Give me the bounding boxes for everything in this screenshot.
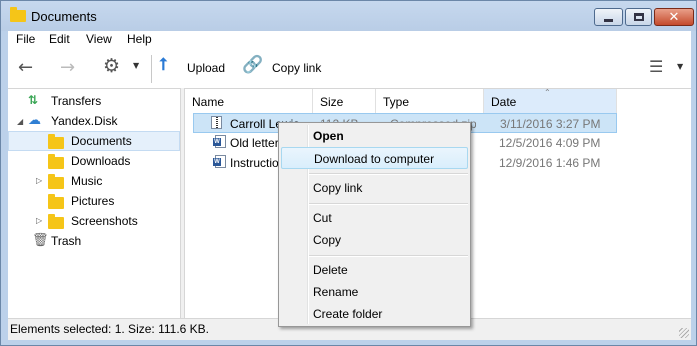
trash-icon: 🗑 (32, 233, 49, 248)
collapsed-arrow-icon[interactable]: ▷ (36, 176, 42, 185)
sidebar-item-label: Documents (71, 134, 132, 148)
close-icon: ✕ (668, 9, 680, 25)
word-file-icon (213, 155, 226, 168)
folder-tree: ⇅ Transfers ◢ ☁ Yandex.Disk Documents Do… (8, 88, 180, 318)
sort-ascending-icon: ⌃ (544, 88, 551, 97)
menu-item-create-folder[interactable]: Create folder (281, 303, 468, 325)
status-text: Elements selected: 1. Size: 111.6 KB. (10, 322, 209, 336)
column-header-date[interactable]: Date ⌃ (484, 88, 617, 113)
menu-help[interactable]: Help (127, 32, 152, 46)
sidebar-item-label: Screenshots (71, 214, 138, 228)
sidebar-item-transfers[interactable]: ⇅ Transfers (8, 91, 180, 111)
collapsed-arrow-icon[interactable]: ▷ (36, 216, 42, 225)
resize-grip-icon[interactable] (679, 328, 689, 338)
toolbar: ← → ⚙ ▼ ⭡ Upload 🔗 Copy link ☰ ▼ (8, 49, 691, 87)
cloud-icon: ☁ (28, 113, 41, 128)
menu-file[interactable]: File (16, 32, 35, 46)
minimize-button[interactable] (594, 8, 623, 26)
context-menu: Open Download to computer Copy link Cut … (278, 122, 471, 327)
link-icon[interactable]: 🔗 (242, 55, 263, 75)
close-button[interactable]: ✕ (654, 8, 694, 26)
window-title: Documents (31, 9, 97, 24)
menu-bar: File Edit View Help (8, 31, 691, 49)
gear-icon[interactable]: ⚙ (103, 55, 120, 77)
word-file-icon (213, 135, 226, 148)
sidebar-item-screenshots[interactable]: ▷ Screenshots (8, 211, 180, 231)
menu-separator (309, 203, 468, 205)
minimize-icon (604, 18, 613, 22)
sidebar-item-label: Music (71, 174, 103, 188)
maximize-icon (633, 13, 644, 21)
view-dropdown-chevron-icon[interactable]: ▼ (677, 62, 683, 71)
copy-link-button[interactable]: Copy link (272, 61, 321, 75)
upload-button[interactable]: Upload (187, 61, 225, 75)
folder-icon (10, 7, 26, 22)
menu-view[interactable]: View (86, 32, 112, 46)
folder-icon (48, 194, 64, 209)
sidebar-item-trash[interactable]: 🗑 Trash (8, 231, 180, 251)
folder-icon (48, 174, 64, 189)
column-header-size[interactable]: Size (313, 89, 376, 113)
list-view-icon[interactable]: ☰ (649, 57, 663, 76)
upload-icon[interactable]: ⭡ (159, 55, 167, 75)
menu-item-cut[interactable]: Cut (281, 207, 468, 229)
menu-item-copy[interactable]: Copy (281, 229, 468, 251)
column-header-type[interactable]: Type (376, 89, 484, 113)
forward-arrow-icon[interactable]: → (60, 57, 75, 78)
folder-icon (48, 214, 64, 229)
sidebar-item-label: Downloads (71, 154, 131, 168)
sidebar-item-music[interactable]: ▷ Music (8, 171, 180, 191)
toolbar-divider (151, 55, 152, 83)
title-bar[interactable]: Documents ✕ (1, 1, 696, 31)
column-header-name[interactable]: Name (185, 89, 313, 113)
back-arrow-icon[interactable]: ← (18, 57, 33, 78)
folder-icon (48, 134, 64, 149)
menu-edit[interactable]: Edit (49, 32, 70, 46)
menu-separator (309, 255, 468, 257)
menu-item-download-to-computer[interactable]: Download to computer (281, 147, 468, 169)
app-window: Documents ✕ File Edit View Help ← → ⚙ ▼ … (0, 0, 697, 346)
sidebar-item-documents[interactable]: Documents (8, 131, 180, 151)
sidebar-item-label: Pictures (71, 194, 115, 208)
transfers-icon: ⇅ (28, 93, 39, 107)
menu-item-delete[interactable]: Delete (281, 259, 468, 281)
folder-icon (48, 154, 64, 169)
maximize-button[interactable] (625, 8, 652, 26)
sidebar-item-label: Yandex.Disk (51, 114, 118, 128)
file-date: 12/9/2016 1:46 PM (499, 156, 601, 170)
file-date: 3/11/2016 3:27 PM (500, 117, 601, 131)
menu-item-copy-link[interactable]: Copy link (281, 177, 468, 199)
chevron-down-icon[interactable]: ▼ (133, 61, 139, 70)
expanded-arrow-icon[interactable]: ◢ (17, 117, 23, 126)
zip-file-icon (211, 116, 222, 129)
sidebar-item-label: Transfers (51, 94, 102, 108)
file-date: 12/5/2016 4:09 PM (499, 136, 601, 150)
sidebar-item-label: Trash (51, 234, 82, 248)
menu-item-rename[interactable]: Rename (281, 281, 468, 303)
menu-separator (309, 173, 468, 175)
sidebar-item-downloads[interactable]: Downloads (8, 151, 180, 171)
sidebar-item-yandex-disk[interactable]: ◢ ☁ Yandex.Disk (8, 111, 180, 131)
menu-item-open[interactable]: Open (281, 125, 468, 147)
sidebar-item-pictures[interactable]: Pictures (8, 191, 180, 211)
